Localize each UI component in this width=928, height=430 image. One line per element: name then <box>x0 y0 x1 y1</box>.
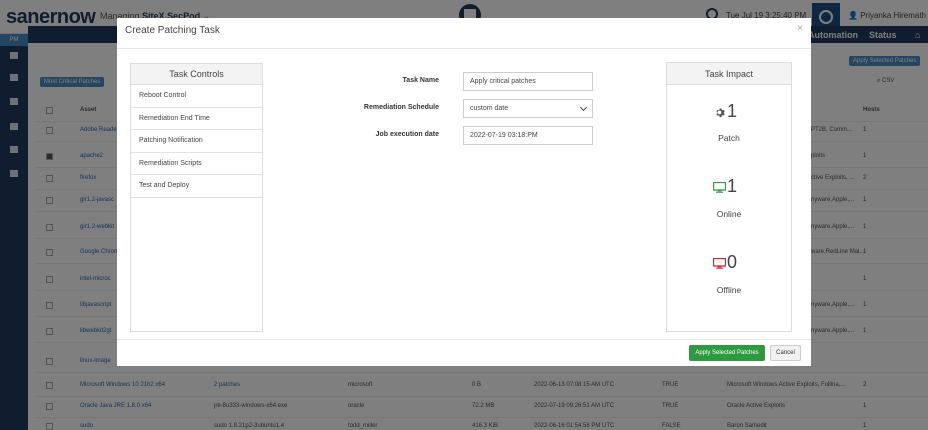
task-impact-panel: Task Impact 1 Patch 1 Online 0 Offline <box>666 62 792 332</box>
exec-date-input[interactable]: 2022-07-19 03:18:PM <box>463 126 593 145</box>
task-controls-header: Task Controls <box>131 64 262 85</box>
offline-count: 0 <box>727 252 738 272</box>
divider <box>117 339 811 340</box>
monitor-online-icon <box>713 182 726 193</box>
offline-label: Offline <box>716 285 742 295</box>
task-name-input[interactable]: Apply critical patches <box>463 72 593 91</box>
modal-title: Create Patching Task <box>125 25 220 36</box>
gear-icon <box>716 108 725 118</box>
online-label: Online <box>716 209 742 219</box>
control-reboot[interactable]: Reboot Control <box>131 85 262 108</box>
divider <box>117 48 811 49</box>
schedule-select[interactable]: custom date <box>463 99 593 118</box>
chevron-down-icon <box>579 103 588 112</box>
task-controls-panel: Task Controls Reboot Control Remediation… <box>130 63 263 332</box>
apply-selected-patches-button[interactable]: Apply Selected Patches <box>689 345 765 361</box>
schedule-label: Remediation Schedule <box>363 104 439 111</box>
patch-label: Patch <box>718 133 740 143</box>
schedule-value: custom date <box>470 105 509 112</box>
create-patching-task-modal: Create Patching Task × Task Controls Reb… <box>117 18 811 366</box>
control-patching-notification[interactable]: Patching Notification <box>131 130 262 153</box>
exec-date-label: Job execution date <box>375 131 439 138</box>
patch-count: 1 <box>727 101 738 121</box>
task-name-label: Task Name <box>402 77 439 84</box>
task-impact-header: Task Impact <box>667 63 791 85</box>
close-icon[interactable]: × <box>797 23 803 34</box>
control-remediation-end-time[interactable]: Remediation End Time <box>131 108 262 130</box>
control-remediation-scripts[interactable]: Remediation Scripts <box>131 153 262 175</box>
monitor-offline-icon <box>713 258 726 269</box>
online-count: 1 <box>727 176 738 196</box>
control-test-and-deploy[interactable]: Test and Deploy <box>131 175 262 198</box>
cancel-button[interactable]: Cancel <box>770 345 801 361</box>
